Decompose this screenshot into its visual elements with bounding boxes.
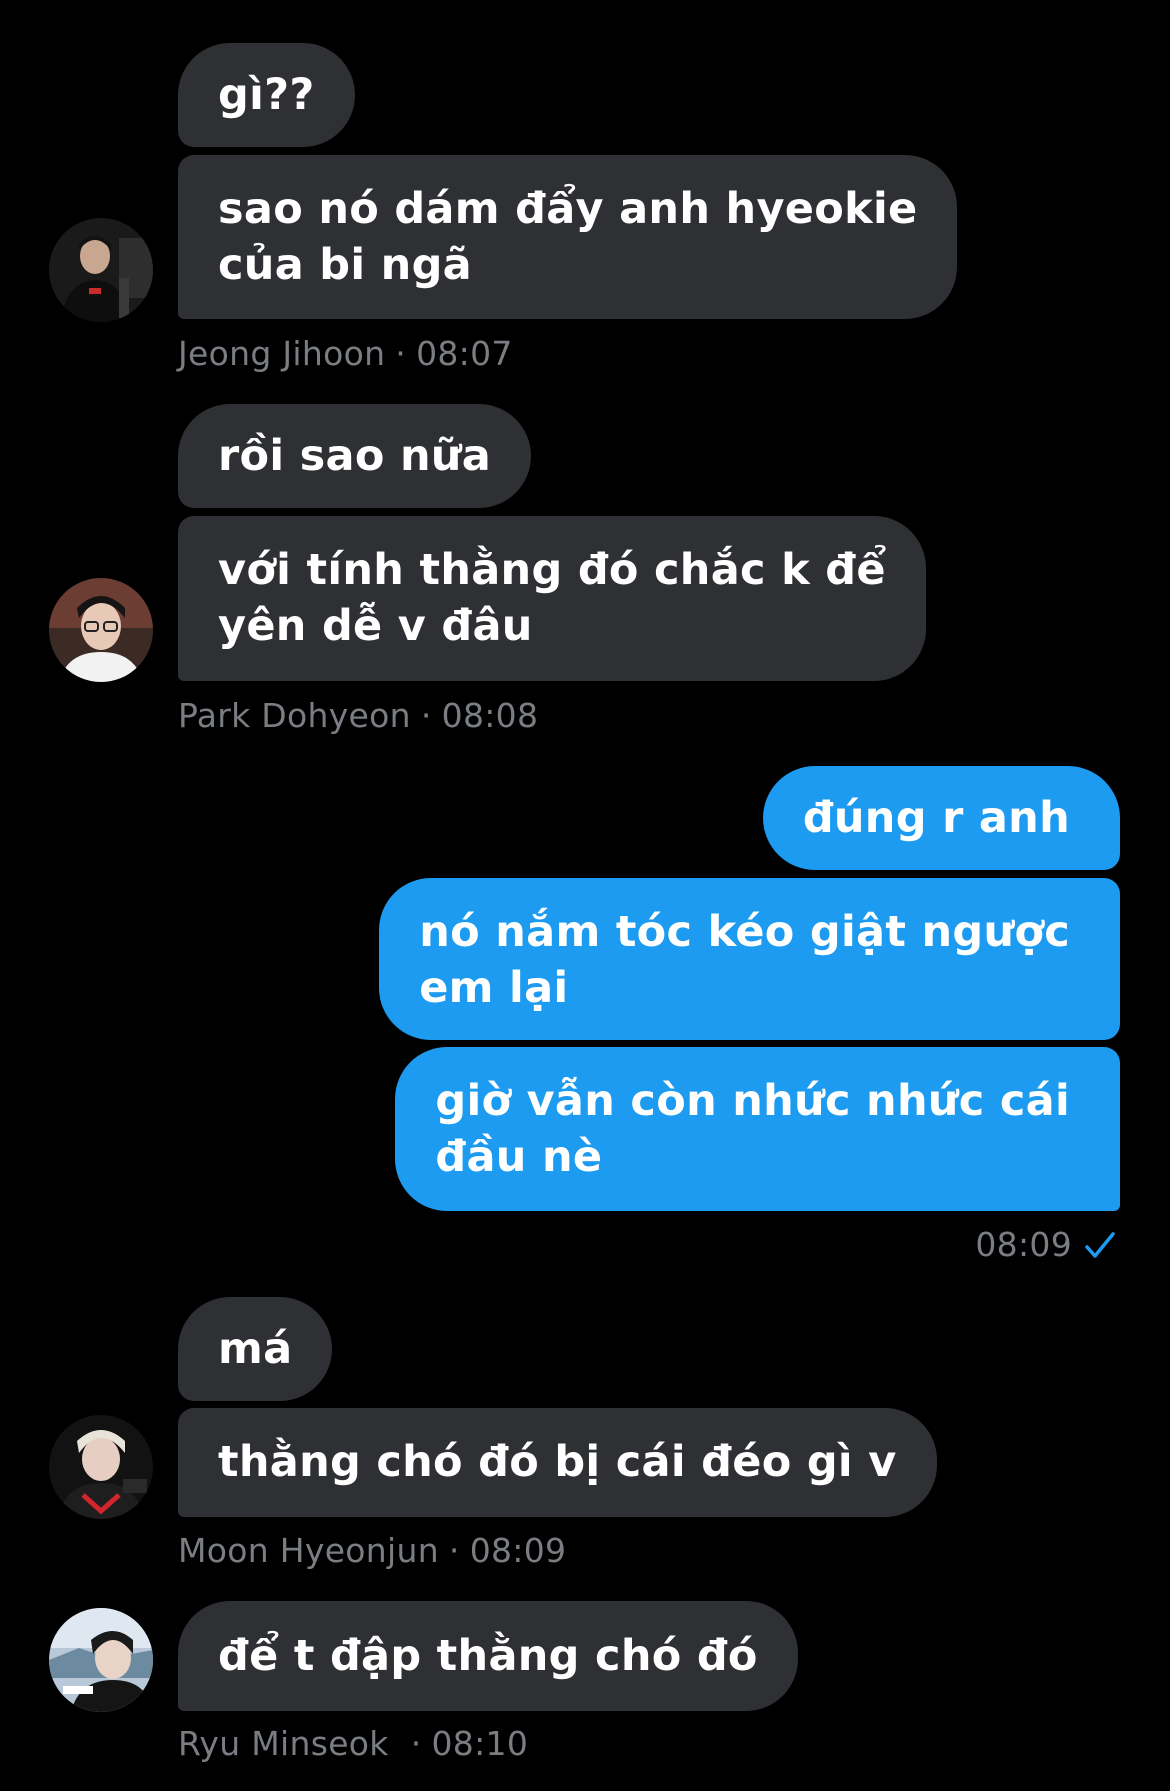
- message-meta: Jeong Jihoon · 08:07: [178, 334, 513, 374]
- message-text: gì??: [218, 70, 315, 120]
- message-text: yên dễ v đâu: [218, 601, 533, 651]
- message-meta: Moon Hyeonjun · 08:09: [178, 1531, 566, 1571]
- sender-name: Ryu Minseok: [178, 1724, 389, 1763]
- message-time: 08:07: [416, 334, 513, 373]
- person-photo-icon: [49, 218, 153, 322]
- message-bubble[interactable]: sao nó dám đẩy anh hyeokie của bi ngã: [178, 155, 958, 319]
- message-text: nó nắm tóc kéo giật ngược: [419, 907, 1070, 957]
- message-bubble[interactable]: với tính thằng đó chắc k để yên dễ v đâu: [178, 516, 926, 681]
- message-bubble[interactable]: má: [178, 1297, 333, 1401]
- message-meta: Park Dohyeon · 08:08: [178, 696, 538, 736]
- message-bubble-outgoing[interactable]: nó nắm tóc kéo giật ngược em lại: [379, 878, 1120, 1040]
- message-text: giờ vẫn còn nhức nhức cái: [435, 1076, 1070, 1126]
- message-text: với tính thằng đó chắc k để: [218, 545, 886, 595]
- read-check-icon: [1085, 1232, 1115, 1258]
- avatar-ryu-minseok[interactable]: [49, 1608, 153, 1712]
- avatar-moon-hyeonjun[interactable]: [49, 1415, 153, 1519]
- message-bubble-outgoing[interactable]: giờ vẫn còn nhức nhức cái đầu nè: [395, 1047, 1120, 1211]
- message-text: má: [218, 1324, 293, 1374]
- message-time: 08:09: [975, 1225, 1072, 1264]
- sender-name: Jeong Jihoon: [178, 334, 386, 373]
- message-text: đầu nè: [435, 1132, 603, 1182]
- message-text: thằng chó đó bị cái đéo gì v: [218, 1437, 897, 1487]
- message-bubble[interactable]: để t đập thằng chó đó: [178, 1601, 798, 1711]
- message-meta-outgoing: 08:09: [975, 1225, 1072, 1265]
- sender-name: Moon Hyeonjun: [178, 1531, 439, 1570]
- meta-separator: ·: [448, 1531, 460, 1570]
- message-meta: Ryu Minseok · 08:10: [178, 1724, 528, 1764]
- message-time: 08:08: [441, 696, 539, 735]
- avatar-park-dohyeon[interactable]: [49, 578, 153, 682]
- message-text: đúng r anh: [802, 793, 1070, 843]
- person-photo-icon: [49, 1608, 153, 1712]
- avatar-jeong-jihoon[interactable]: [49, 218, 153, 322]
- message-bubble[interactable]: thằng chó đó bị cái đéo gì v: [178, 1408, 937, 1517]
- message-text: rồi sao nữa: [218, 431, 492, 481]
- message-text: của bi ngã: [218, 240, 472, 290]
- person-photo-icon: [49, 1415, 153, 1519]
- message-text: sao nó dám đẩy anh hyeokie: [218, 184, 918, 234]
- meta-separator: ·: [420, 696, 432, 735]
- meta-separator: ·: [395, 334, 407, 373]
- message-text: để t đập thằng chó đó: [218, 1631, 758, 1681]
- message-time: 08:09: [469, 1531, 567, 1570]
- meta-separator: ·: [410, 1724, 422, 1763]
- message-time: 08:10: [431, 1724, 529, 1763]
- person-photo-icon: [49, 578, 153, 682]
- message-bubble[interactable]: gì??: [178, 43, 355, 147]
- message-bubble-outgoing[interactable]: đúng r anh: [762, 766, 1120, 870]
- message-bubble[interactable]: rồi sao nữa: [178, 404, 532, 508]
- sender-name: Park Dohyeon: [178, 696, 411, 735]
- message-text: em lại: [419, 963, 569, 1013]
